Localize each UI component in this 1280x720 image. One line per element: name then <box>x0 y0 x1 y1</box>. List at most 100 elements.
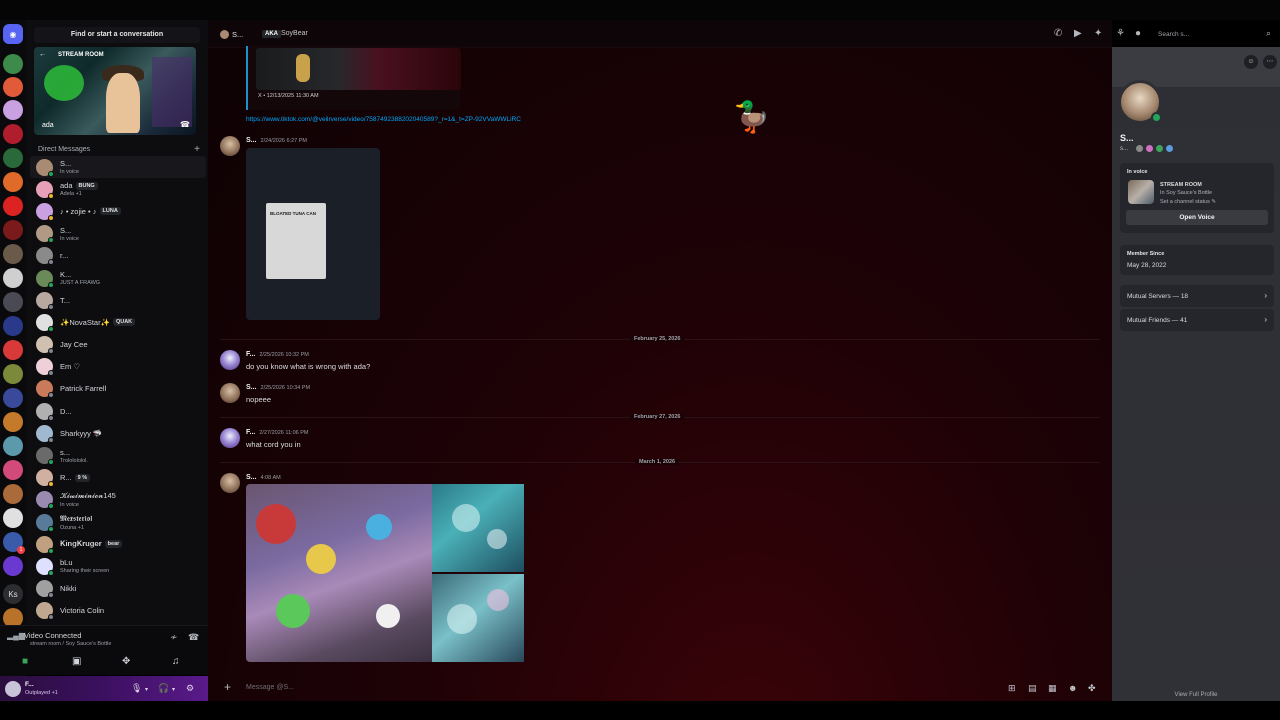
server-icon[interactable] <box>3 412 23 432</box>
avatar[interactable] <box>220 383 240 403</box>
dm-item[interactable]: S... In voice <box>30 156 206 179</box>
mutual-servers-row[interactable]: Mutual Servers — 18 › <box>1120 285 1274 307</box>
add-attachment-icon[interactable]: + <box>224 680 231 694</box>
camera-icon[interactable]: ■ <box>22 656 28 667</box>
server-icon[interactable] <box>3 196 23 216</box>
phone-icon[interactable]: ✆ <box>1054 28 1062 39</box>
author-name[interactable]: F... <box>246 429 255 436</box>
server-icon[interactable] <box>3 556 23 576</box>
badge-icon[interactable] <box>1136 145 1143 152</box>
discord-home-icon[interactable]: ◉ <box>3 24 23 44</box>
image-attachment[interactable]: BLOATED TUNA CAN <box>246 148 380 320</box>
server-icon[interactable] <box>3 77 23 97</box>
emoji-icon[interactable]: ☻ <box>1068 683 1077 693</box>
avatar[interactable] <box>220 428 240 448</box>
dm-item[interactable]: Victoria Colin <box>30 600 206 622</box>
server-icon[interactable] <box>3 244 23 264</box>
author-name[interactable]: S... <box>246 137 257 144</box>
avatar[interactable] <box>220 136 240 156</box>
twitter-embed[interactable]: X • 12/13/2025 11:30 AM <box>246 46 461 110</box>
dm-item[interactable]: Nikki <box>30 578 206 600</box>
dm-item[interactable]: bLu Sharing their screen <box>30 555 206 577</box>
open-voice-button[interactable]: Open Voice <box>1126 210 1268 225</box>
server-icon[interactable] <box>3 100 23 120</box>
find-conversation-button[interactable]: Find or start a conversation <box>34 27 200 43</box>
view-full-profile-link[interactable]: View Full Profile <box>1112 692 1280 698</box>
sticker-icon[interactable]: ▦ <box>1048 683 1057 694</box>
user-icon[interactable]: ☺ <box>1244 55 1258 69</box>
signal-icon[interactable]: ▂▄▆ <box>7 631 25 640</box>
dm-item[interactable]: 𝕸𝖊𝖝𝖘𝖙𝖊𝖗𝖎𝖔𝖑 Ozuna +1 <box>30 511 206 533</box>
dm-item[interactable]: T... <box>30 289 206 311</box>
screen-share-icon[interactable]: ▣ <box>72 656 81 667</box>
dm-item[interactable]: Sharkyyy 🦈 <box>30 422 206 444</box>
channel-status-link[interactable]: Set a channel status ✎ <box>1160 199 1216 205</box>
server-icon[interactable] <box>3 124 23 144</box>
microphone-icon[interactable]: 🎙 <box>131 683 142 694</box>
dm-item[interactable]: D... <box>30 400 206 422</box>
soundboard-icon[interactable]: ♫ <box>172 656 180 667</box>
server-icon[interactable]: Ks <box>3 584 23 604</box>
author-name[interactable]: S... <box>246 474 257 481</box>
search-icon[interactable]: ⌕ <box>1266 28 1271 39</box>
activities-icon[interactable]: ✥ <box>122 656 130 667</box>
dm-item[interactable]: Jay Cee <box>30 334 206 356</box>
dm-item[interactable]: Patrick Farrell <box>30 378 206 400</box>
message-link[interactable]: https://www.tiktok.com/@veilrverse/video… <box>246 116 521 123</box>
dm-item[interactable]: ✨NovaStar✨ QUAK <box>30 311 206 333</box>
image-attachment[interactable] <box>246 484 432 662</box>
server-icon[interactable] <box>3 268 23 288</box>
dm-item[interactable]: K... JUST A FRAWG <box>30 267 206 289</box>
dm-item[interactable]: Em ♡ <box>30 356 206 378</box>
disconnect-icon[interactable]: ☎ <box>180 120 190 129</box>
server-icon[interactable] <box>3 292 23 312</box>
server-icon[interactable] <box>3 508 23 528</box>
dm-item[interactable]: ada BUNG Adela +1 <box>30 178 206 200</box>
dm-item[interactable]: ♪ • zojie • ♪ LUNA <box>30 200 206 222</box>
search-input[interactable]: Search s... <box>1158 31 1189 38</box>
server-icon[interactable]: 1 <box>3 532 25 554</box>
disconnect-icon[interactable]: ☎ <box>188 632 199 643</box>
gear-icon[interactable]: ⚙ <box>186 683 194 694</box>
badge-icon[interactable] <box>1146 145 1153 152</box>
chevron-down-icon[interactable]: ▾ <box>145 686 148 693</box>
mutual-friends-row[interactable]: Mutual Friends — 41 › <box>1120 309 1274 331</box>
avatar[interactable] <box>220 473 240 493</box>
pin-icon[interactable]: ✦ <box>1094 28 1102 39</box>
more-icon[interactable]: ⋯ <box>1263 55 1277 69</box>
stream-preview[interactable]: ← STREAM ROOM ada ☎ <box>34 47 196 135</box>
embed-image[interactable] <box>256 48 461 90</box>
gift-icon[interactable]: ⊞ <box>1008 683 1016 694</box>
badge-icon[interactable] <box>1156 145 1163 152</box>
add-friends-icon[interactable]: ⚘ <box>1116 28 1125 39</box>
dm-item[interactable]: 𝐊𝐢𝐧𝐠𝐊𝐫𝐮𝐠𝐞𝐫 bear <box>30 533 206 555</box>
author-name[interactable]: F... <box>246 351 255 358</box>
server-icon[interactable] <box>3 484 23 504</box>
avatar[interactable] <box>5 681 21 697</box>
dm-item[interactable]: S... In voice <box>30 223 206 245</box>
image-attachment[interactable] <box>432 574 524 662</box>
dm-item[interactable]: R... 9 % <box>30 467 206 489</box>
server-icon[interactable] <box>3 436 23 456</box>
gif-icon[interactable]: ▤ <box>1028 683 1037 694</box>
back-arrow-icon[interactable]: ← <box>39 51 46 58</box>
message-input[interactable]: Message @S... <box>246 684 294 691</box>
voice-channel-path[interactable]: stream room / Soy Sauce's Bottle <box>30 641 111 647</box>
server-icon[interactable] <box>3 172 23 192</box>
server-icon[interactable] <box>3 220 23 240</box>
apps-icon[interactable]: ✤ <box>1088 683 1096 694</box>
server-icon[interactable] <box>3 364 23 384</box>
image-attachment[interactable] <box>432 484 524 572</box>
dm-item[interactable]: 𝓚𝓲𝔀𝓲𝓶𝓲𝓷𝓲𝓸𝓷145 In voice <box>30 489 206 511</box>
server-icon[interactable] <box>3 340 23 360</box>
avatar[interactable] <box>220 30 229 39</box>
badge-icon[interactable] <box>1166 145 1173 152</box>
chat-title[interactable]: S... <box>232 30 243 39</box>
chevron-down-icon[interactable]: ▾ <box>172 686 175 693</box>
author-name[interactable]: S... <box>246 384 257 391</box>
server-icon[interactable] <box>3 148 23 168</box>
dm-item[interactable]: r... <box>30 245 206 267</box>
avatar[interactable] <box>220 350 240 370</box>
server-icon[interactable] <box>3 460 23 480</box>
add-dm-icon[interactable]: + <box>194 144 200 155</box>
